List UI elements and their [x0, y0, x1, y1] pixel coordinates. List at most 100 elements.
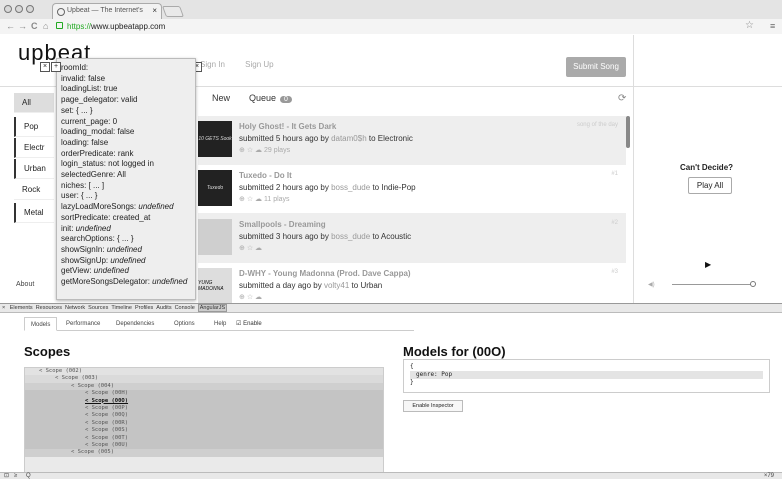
- song-user-link[interactable]: boss_dude: [331, 232, 370, 241]
- song-genre-link[interactable]: Urban: [360, 281, 382, 290]
- cloud-icon[interactable]: ☁: [255, 294, 262, 301]
- cloud-icon[interactable]: ☁: [255, 196, 264, 203]
- song-title[interactable]: Holy Ghost! - It Gets Dark: [239, 122, 336, 131]
- devtools-panel-tab[interactable]: Resources: [36, 305, 62, 311]
- new-tab-button[interactable]: [161, 6, 185, 17]
- song-title[interactable]: Tuxedo - Do It: [239, 171, 292, 180]
- maximize-window-icon[interactable]: [26, 5, 34, 13]
- scope-tree-node[interactable]: < Scope (00T): [25, 434, 383, 442]
- genre-urban[interactable]: Urban: [14, 159, 54, 179]
- album-art[interactable]: 10 GETS Sook: [198, 121, 232, 157]
- add-icon[interactable]: ⊕: [239, 294, 247, 301]
- devtools-panel-tab[interactable]: AngularJS: [197, 304, 228, 312]
- scope-tree-node[interactable]: < Scope (00R): [25, 419, 383, 428]
- genre-pop[interactable]: Pop: [14, 117, 54, 137]
- enable-inspector-button[interactable]: Enable Inspector: [403, 400, 463, 412]
- subtab-help[interactable]: Help: [208, 317, 232, 331]
- song-genre-link[interactable]: Indie-Pop: [381, 183, 415, 192]
- about-link[interactable]: About: [16, 281, 34, 288]
- devtools-close-icon[interactable]: ×: [2, 305, 5, 311]
- popup-expand-icon[interactable]: +: [51, 62, 61, 72]
- song-row[interactable]: Smallpools - Dreaming submitted 3 hours a…: [198, 214, 626, 263]
- scope-tree-node[interactable]: < Scope (004): [25, 382, 383, 391]
- song-title[interactable]: Smallpools - Dreaming: [239, 220, 326, 229]
- cloud-icon[interactable]: ☁: [255, 147, 264, 154]
- scope-tree-node[interactable]: < Scope (002): [25, 368, 383, 376]
- tab-new[interactable]: New: [212, 93, 230, 103]
- subtab-performance[interactable]: Performance: [60, 317, 106, 331]
- play-all-button[interactable]: Play All: [688, 177, 732, 194]
- tab-close-icon[interactable]: ×: [152, 6, 157, 15]
- song-meta-prefix: submitted a day ago by: [239, 281, 324, 290]
- popup-close-left-icon[interactable]: ×: [40, 62, 50, 72]
- close-window-icon[interactable]: [4, 5, 12, 13]
- reload-icon[interactable]: C: [31, 21, 38, 31]
- scope-property: showSignIn: undefined: [61, 245, 195, 256]
- devtools-panel-tab[interactable]: Network: [65, 305, 85, 311]
- scope-tree-node[interactable]: < Scope (003): [25, 375, 383, 383]
- browser-tab[interactable]: Upbeat — The Internet's ×: [52, 3, 162, 19]
- scope-tree-node[interactable]: < Scope (00P): [25, 404, 383, 413]
- song-genre-link[interactable]: Acoustic: [381, 232, 411, 241]
- album-art[interactable]: Tuxedo: [198, 170, 232, 206]
- scope-tree-node[interactable]: < Scope (00S): [25, 427, 383, 435]
- devtools-panel-tab[interactable]: Console: [175, 305, 195, 311]
- scope-tree-node[interactable]: < Scope (00H): [25, 390, 383, 398]
- sign-in-link[interactable]: Sign In: [200, 60, 225, 69]
- devtools-panel-tab[interactable]: Timeline: [111, 305, 132, 311]
- minimize-window-icon[interactable]: [15, 5, 23, 13]
- genre-electronic[interactable]: Electr: [14, 138, 54, 158]
- home-icon[interactable]: ⌂: [43, 21, 48, 31]
- menu-icon[interactable]: ≡: [770, 21, 775, 31]
- bookmark-star-icon[interactable]: ☆: [745, 20, 754, 31]
- devtools-panel-tab[interactable]: Profiles: [135, 305, 153, 311]
- song-user-link[interactable]: datam0$h: [331, 134, 367, 143]
- volume-knob[interactable]: [750, 281, 756, 287]
- add-icon[interactable]: ⊕: [239, 245, 247, 252]
- genre-rock[interactable]: Rock: [14, 180, 54, 200]
- album-art[interactable]: [198, 219, 232, 255]
- genre-all[interactable]: All: [14, 93, 54, 113]
- album-art[interactable]: YUNG MADONNA: [198, 268, 232, 304]
- favorite-star-icon[interactable]: ☆: [247, 245, 255, 252]
- song-title[interactable]: D-WHY - Young Madonna (Prod. Dave Cappa): [239, 269, 411, 278]
- address-bar[interactable]: https://www.upbeatapp.com: [67, 22, 217, 34]
- song-actions: ⊕ ☆ ☁: [239, 244, 262, 252]
- devtools-panel-tab[interactable]: Audits: [156, 305, 171, 311]
- scrollbar[interactable]: [626, 116, 630, 148]
- genre-metal[interactable]: Metal: [14, 203, 54, 223]
- volume-slider[interactable]: [672, 284, 752, 285]
- subtab-dependencies[interactable]: Dependencies: [110, 317, 160, 331]
- devtools-panel-tab[interactable]: Elements: [10, 305, 33, 311]
- play-icon[interactable]: ▶: [705, 260, 711, 269]
- forward-icon[interactable]: →: [18, 21, 27, 31]
- add-icon[interactable]: ⊕: [239, 147, 247, 154]
- devtools-panel-tab[interactable]: Sources: [88, 305, 108, 311]
- scope-tree-node[interactable]: < Scope (005): [25, 449, 383, 457]
- submit-song-button[interactable]: Submit Song: [566, 57, 626, 77]
- song-user-link[interactable]: boss_dude: [331, 183, 370, 192]
- enable-toggle[interactable]: ☑ Enable: [236, 320, 262, 327]
- song-genre-link[interactable]: Electronic: [378, 134, 413, 143]
- song-row[interactable]: 10 GETS Sook Holy Ghost! - It Gets Dark su…: [198, 116, 626, 165]
- back-icon[interactable]: ←: [6, 21, 15, 31]
- scope-tree-rows: < Scope (002) < Scope (003) < Scope (004) <…: [25, 368, 383, 457]
- refresh-icon[interactable]: ⟳: [618, 93, 626, 104]
- favorite-star-icon[interactable]: ☆: [247, 147, 255, 154]
- sign-up-link[interactable]: Sign Up: [245, 60, 273, 69]
- favorite-star-icon[interactable]: ☆: [247, 196, 255, 203]
- subtab-options[interactable]: Options: [168, 317, 201, 331]
- enable-checkbox-icon[interactable]: ☑: [236, 321, 241, 327]
- volume-icon[interactable]: ◀): [648, 281, 655, 288]
- cloud-icon[interactable]: ☁: [255, 245, 262, 252]
- scope-tree-node[interactable]: < Scope (00U): [25, 441, 383, 450]
- song-meta-mid: to: [366, 134, 378, 143]
- favorite-star-icon[interactable]: ☆: [247, 294, 255, 301]
- subtab-models[interactable]: Models: [24, 317, 58, 331]
- scope-tree-node[interactable]: < Scope (00O): [25, 397, 383, 405]
- add-icon[interactable]: ⊕: [239, 196, 247, 203]
- scope-tree-node[interactable]: < Scope (00Q): [25, 412, 383, 420]
- tab-queue[interactable]: Queue 0: [249, 93, 292, 103]
- song-user-link[interactable]: volty41: [324, 281, 349, 290]
- song-row[interactable]: Tuxedo Tuxedo - Do It submitted 2 hours ag…: [198, 165, 626, 214]
